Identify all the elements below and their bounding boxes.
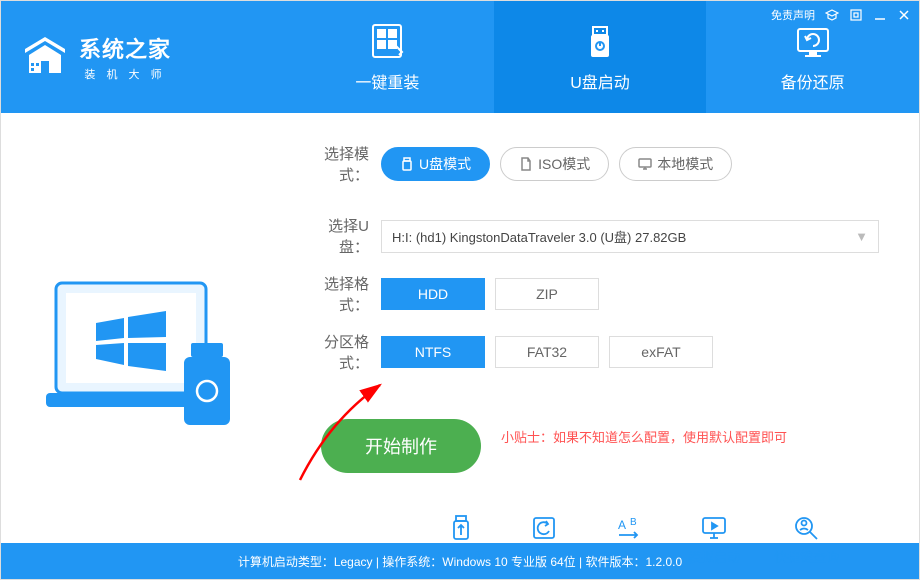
monitor-icon [699, 513, 729, 543]
logo-icon [21, 33, 69, 81]
search-person-icon [791, 513, 821, 543]
convert-icon: AB [613, 513, 643, 543]
format-row: 选择格式： HDD ZIP [301, 273, 879, 315]
usb-dropdown[interactable]: H:I: (hd1) KingstonDataTraveler 3.0 (U盘)… [381, 220, 879, 253]
start-button[interactable]: 开始制作 [321, 419, 481, 473]
action-hotkey-query[interactable]: 快捷键查询 [774, 513, 839, 566]
logo-area: 系统之家 装 机 大 师 [1, 1, 281, 113]
main-content: 选择模式： U盘模式 ISO模式 本地模式 选择U盘： H:I: (hd1) K… [1, 113, 919, 543]
usb-up-icon [446, 513, 476, 543]
left-illustration [1, 113, 281, 543]
tip-text: 小贴士：如果不知道怎么配置，使用默认配置即可 [501, 427, 787, 446]
action-simulate-boot[interactable]: 模拟启动 [688, 513, 740, 566]
tab-usb-boot[interactable]: U盘启动 [494, 1, 707, 113]
partition-exfat[interactable]: exFAT [609, 336, 713, 368]
disclaimer-link[interactable]: 免责声明 [771, 7, 815, 23]
usb-value: H:I: (hd1) KingstonDataTraveler 3.0 (U盘)… [392, 227, 686, 246]
chevron-down-icon: ▼ [855, 229, 868, 244]
settings-icon[interactable] [849, 8, 863, 22]
graduation-icon[interactable] [825, 8, 839, 22]
mode-iso[interactable]: ISO模式 [500, 147, 609, 181]
window-controls: 免责声明 [771, 7, 911, 23]
app-header: 系统之家 装 机 大 师 一键重装 U盘启动 备份还原 免责声明 [1, 1, 919, 113]
usb-boot-icon [580, 21, 620, 61]
format-hdd[interactable]: HDD [381, 278, 485, 310]
partition-row: 分区格式： NTFS FAT32 exFAT [301, 331, 879, 373]
svg-text:B: B [630, 517, 637, 528]
reinstall-icon [367, 21, 407, 61]
mode-row: 选择模式： U盘模式 ISO模式 本地模式 [301, 143, 879, 185]
close-button[interactable] [897, 8, 911, 22]
partition-label: 分区格式： [301, 331, 381, 373]
settings-panel: 选择模式： U盘模式 ISO模式 本地模式 选择U盘： H:I: (hd1) K… [281, 113, 919, 543]
start-row: 开始制作 小贴士：如果不知道怎么配置，使用默认配置即可 [301, 399, 879, 473]
mode-label: 选择模式： [301, 143, 381, 185]
logo-title: 系统之家 [79, 32, 171, 64]
mode-usb[interactable]: U盘模式 [381, 147, 490, 181]
minimize-button[interactable] [873, 8, 887, 22]
format-zip[interactable]: ZIP [495, 278, 599, 310]
mode-local[interactable]: 本地模式 [619, 147, 732, 181]
partition-fat32[interactable]: FAT32 [495, 336, 599, 368]
tab-reinstall[interactable]: 一键重装 [281, 1, 494, 113]
svg-text:A: A [618, 518, 626, 532]
format-label: 选择格式： [301, 273, 381, 315]
partition-ntfs[interactable]: NTFS [381, 336, 485, 368]
usb-row: 选择U盘： H:I: (hd1) KingstonDataTraveler 3.… [301, 215, 879, 257]
logo-subtitle: 装 机 大 师 [79, 66, 171, 82]
restore-icon [529, 513, 559, 543]
usb-label: 选择U盘： [301, 215, 381, 257]
backup-restore-icon [793, 21, 833, 61]
